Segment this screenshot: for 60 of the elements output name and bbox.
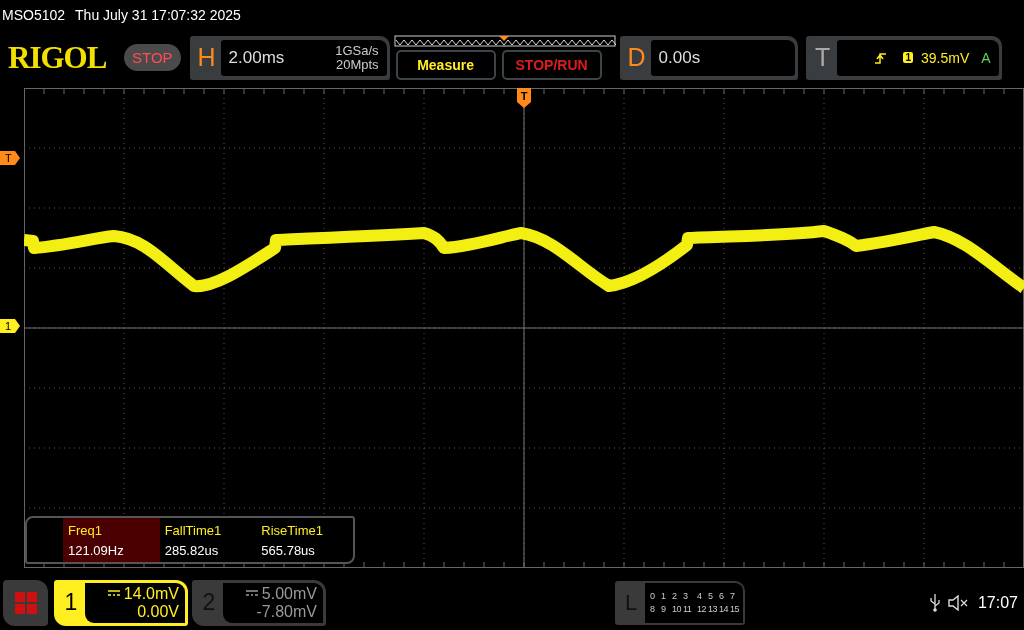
trigger-label: T	[813, 43, 832, 72]
horizontal-panel[interactable]: H 2.00ms 1GSa/s 20Mpts	[189, 35, 390, 80]
logic-channel-number: 1	[661, 591, 667, 601]
channel-scale: 14.0mV	[123, 584, 179, 603]
measurement-item[interactable]: FallTime1 285.82us	[159, 518, 257, 562]
trigger-level: 39.5mV	[921, 49, 970, 66]
logic-channel-number: 3	[683, 591, 689, 601]
sample-rate: 1GSa/s	[335, 43, 379, 58]
memory-depth: 20Mpts	[335, 57, 379, 72]
logic-channel-number: 11	[683, 604, 693, 614]
rising-edge-icon	[875, 51, 888, 64]
muted-speaker-icon[interactable]	[947, 594, 970, 611]
logic-channel-number: 13	[708, 604, 716, 614]
channel-offset: -7.80mV	[256, 602, 317, 621]
model-name: MSO5102	[2, 7, 66, 23]
timebase-value: 2.00ms	[228, 47, 285, 68]
logic-channel-number: 9	[661, 604, 667, 614]
logic-channel-number: 6	[719, 591, 725, 601]
delay-label: D	[626, 43, 647, 72]
trigger-mode: A	[981, 49, 991, 66]
channel-panel[interactable]: 1 14.0mV 0.00V	[54, 579, 188, 626]
channel-number: 1	[63, 588, 79, 617]
trigger-source-badge: 1	[903, 52, 913, 63]
date-time: Thu July 31 17:07:32 2025	[75, 7, 241, 23]
logic-channel-number: 14	[719, 604, 727, 614]
logic-channel-number: 5	[708, 591, 714, 601]
measurement-name: Freq1	[68, 522, 103, 538]
logic-channel-number: 15	[730, 604, 738, 614]
grid-icon	[13, 590, 38, 615]
logic-channel-number: 8	[650, 604, 656, 614]
logic-channel-number: 4	[697, 591, 703, 601]
trigger-panel[interactable]: T 1 39.5mV A	[805, 35, 1002, 80]
measurement-value: 121.09Hz	[68, 542, 125, 558]
delay-value: 0.00s	[658, 47, 701, 68]
channel-offset: 0.00V	[137, 602, 179, 621]
usb-icon	[929, 593, 940, 612]
brand-logo: RIGOL	[8, 39, 108, 76]
measurement-value: 565.78us	[261, 542, 316, 558]
measurement-value: 285.82us	[164, 542, 220, 558]
delay-panel[interactable]: D 0.00s	[619, 35, 798, 80]
clock-time: 17:07	[977, 593, 1018, 612]
logic-channel-number: 2	[672, 591, 678, 601]
channel-offset-marker[interactable]: 1	[0, 319, 20, 333]
measure-button[interactable]: Measure	[395, 50, 496, 80]
measurement-item[interactable]: Freq1 121.09Hz	[63, 518, 160, 562]
logic-channel-number: 12	[697, 604, 705, 614]
measurement-name: RiseTime1	[261, 522, 324, 538]
trigger-position-marker[interactable]: T	[517, 88, 531, 108]
logic-channel-number: 7	[730, 591, 736, 601]
stop-run-button[interactable]: STOP/RUN	[501, 50, 602, 80]
logic-channel-number: 10	[672, 604, 682, 614]
trigger-level-marker[interactable]: T	[0, 151, 20, 165]
measurement-name: FallTime1	[164, 522, 223, 538]
horizontal-label: H	[196, 43, 217, 72]
dc-coupling-icon	[245, 590, 258, 597]
dc-coupling-icon	[107, 590, 120, 597]
measurement-item[interactable]: RiseTime1 565.78us	[256, 518, 353, 562]
channel-scale: 5.00mV	[261, 584, 317, 603]
logic-channel-number: 0	[650, 591, 656, 601]
menu-button[interactable]	[3, 579, 48, 626]
